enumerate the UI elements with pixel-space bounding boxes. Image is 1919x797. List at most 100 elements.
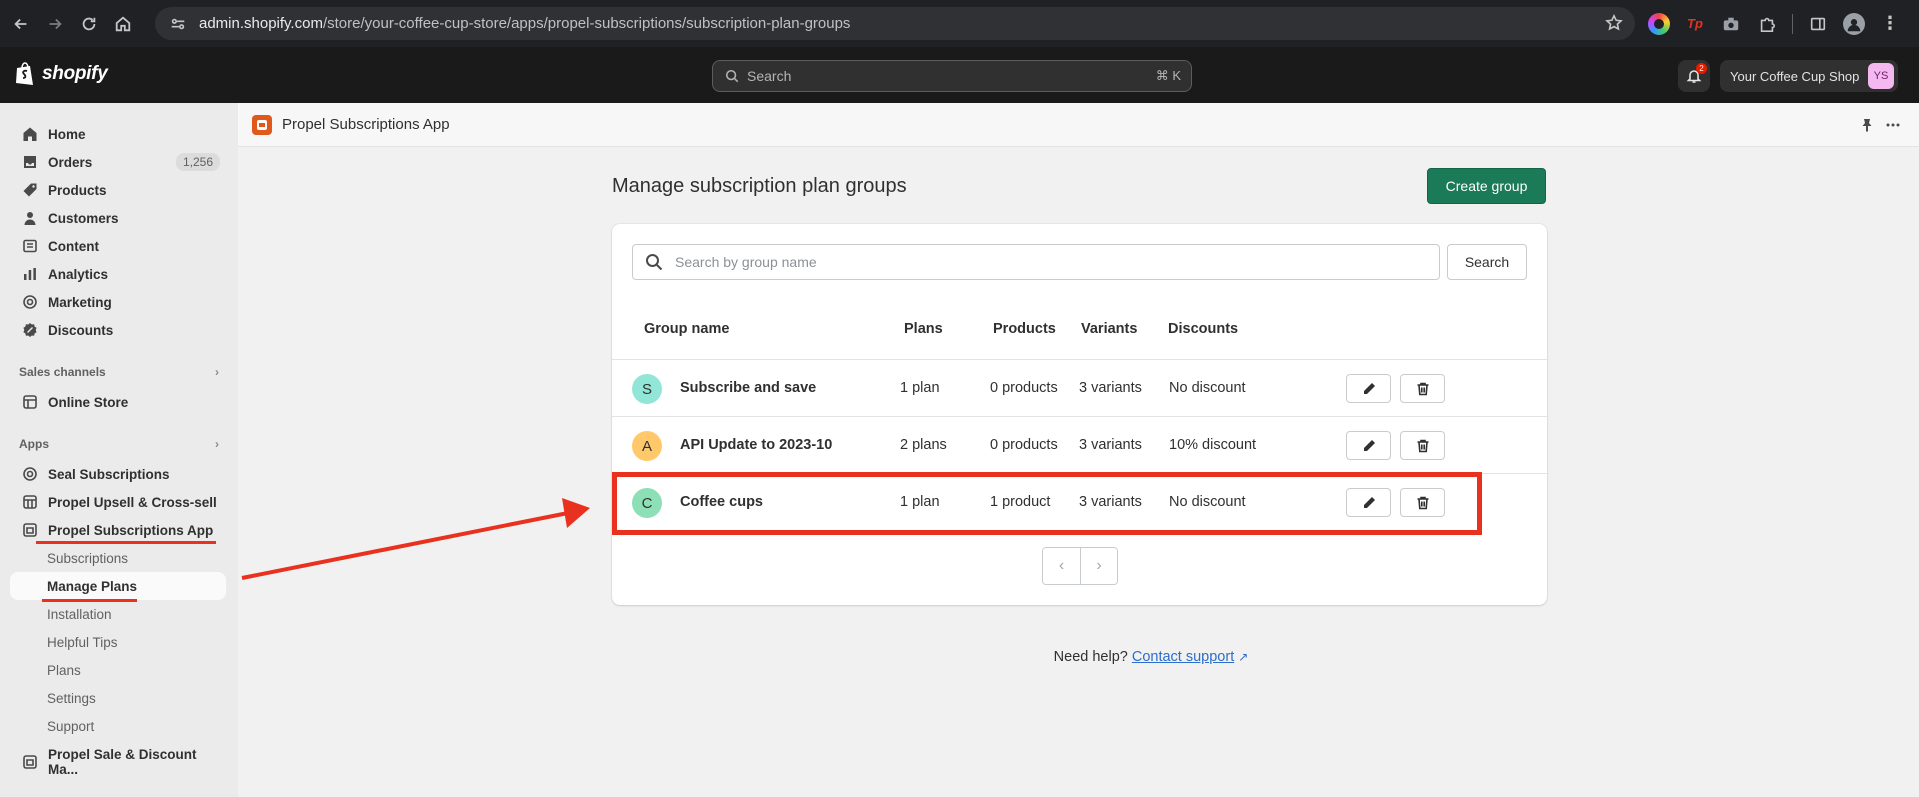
sidebar-item-propel-subscriptions[interactable]: Propel Subscriptions App — [10, 516, 226, 544]
browser-toolbar: admin.shopify.com/store/your-coffee-cup-… — [0, 0, 1919, 47]
sidebar-item-analytics[interactable]: Analytics — [10, 260, 226, 288]
profile-icon[interactable] — [1843, 12, 1865, 35]
global-search-input[interactable]: Search ⌘ K — [712, 60, 1192, 92]
sidebar-item-home[interactable]: Home — [10, 120, 226, 148]
sidebar-item-online-store[interactable]: Online Store — [10, 388, 226, 416]
search-icon — [646, 254, 663, 271]
more-options-icon[interactable] — [1885, 117, 1901, 133]
discount-cell: 10% discount — [1169, 437, 1257, 453]
contact-support-label: Contact support — [1131, 649, 1235, 665]
pencil-icon — [1363, 382, 1375, 394]
table-row[interactable]: S Subscribe and save 1 plan 0 products 3… — [612, 359, 1547, 416]
sidebar-subitem-helpful-tips[interactable]: Helpful Tips — [10, 628, 226, 656]
create-group-button[interactable]: Create group — [1427, 168, 1546, 204]
tp-extension-icon[interactable]: Tp — [1684, 13, 1706, 35]
browser-menu-icon[interactable]: ⋮ — [1879, 13, 1901, 35]
sidebar-subitem-label: Plans — [47, 662, 81, 678]
sidebar-item-label: Propel Subscriptions App — [48, 522, 214, 538]
sales-channels-heading[interactable]: Sales channels › — [19, 365, 219, 379]
back-icon[interactable] — [4, 7, 38, 41]
chevron-right-icon: › — [215, 365, 219, 379]
contact-support-link[interactable]: Contact support — [1132, 649, 1234, 665]
pagination: ‹ › — [1042, 547, 1118, 585]
sidebar-item-label: Content — [48, 238, 99, 254]
sidebar-item-customers[interactable]: Customers — [10, 204, 226, 232]
edit-button[interactable] — [1346, 374, 1391, 403]
person-icon — [24, 212, 36, 225]
sidebar-item-orders[interactable]: Orders 1,256 — [10, 148, 226, 176]
trash-icon — [1417, 439, 1428, 452]
group-avatar: A — [632, 431, 662, 461]
chevron-right-icon: › — [1096, 557, 1102, 574]
pin-icon[interactable] — [1859, 117, 1875, 133]
shopify-topbar: shopify Search ⌘ K 2 Your Coffee Cup Sho… — [0, 47, 1919, 103]
app-icon — [23, 755, 37, 769]
camera-extension-icon[interactable] — [1720, 13, 1742, 35]
edit-button[interactable] — [1346, 431, 1391, 460]
column-header-discounts: Discounts — [1168, 321, 1239, 337]
sidebar-item-label: Customers — [48, 210, 119, 226]
notifications-button[interactable]: 2 — [1678, 60, 1710, 92]
sidebar-subitem-subscriptions[interactable]: Subscriptions — [10, 544, 226, 572]
next-page-button[interactable]: › — [1079, 548, 1117, 584]
sidebar-item-marketing[interactable]: Marketing — [10, 288, 226, 316]
group-search-input[interactable] — [675, 254, 1415, 270]
app-icon — [23, 467, 37, 481]
search-placeholder: Search — [747, 68, 792, 84]
shopify-logo[interactable]: shopify — [14, 61, 108, 87]
group-search-field[interactable] — [632, 244, 1440, 280]
apps-heading[interactable]: Apps › — [19, 437, 219, 451]
pencil-icon — [1363, 439, 1375, 451]
search-shortcut: ⌘ K — [1155, 68, 1181, 83]
previous-page-button[interactable]: ‹ — [1043, 548, 1080, 584]
content-icon — [23, 239, 37, 253]
app-icon — [23, 495, 37, 509]
store-menu-button[interactable]: Your Coffee Cup Shop YS — [1720, 60, 1898, 92]
side-panel-icon[interactable] — [1807, 13, 1829, 35]
tag-icon — [23, 183, 37, 197]
address-bar[interactable]: admin.shopify.com/store/your-coffee-cup-… — [155, 7, 1635, 40]
search-button[interactable]: Search — [1447, 244, 1527, 280]
delete-button[interactable] — [1400, 374, 1445, 403]
sales-channels-label: Sales channels — [19, 365, 106, 379]
target-icon — [23, 295, 37, 309]
group-name: API Update to 2023-10 — [680, 437, 833, 453]
sidebar-item-seal-subscriptions[interactable]: Seal Subscriptions — [10, 460, 226, 488]
sidebar-item-content[interactable]: Content — [10, 232, 226, 260]
sidebar-subitem-label: Installation — [47, 606, 112, 622]
trash-icon — [1417, 382, 1428, 395]
sidebar-subitem-settings[interactable]: Settings — [10, 684, 226, 712]
column-header-plans: Plans — [904, 321, 943, 337]
color-extension-icon[interactable] — [1648, 12, 1670, 35]
app-icon — [23, 523, 37, 537]
store-avatar: YS — [1868, 63, 1894, 89]
reload-icon[interactable] — [72, 7, 106, 41]
sidebar-subitem-manage-plans[interactable]: Manage Plans — [10, 572, 226, 600]
variants-cell: 3 variants — [1079, 437, 1142, 453]
sidebar-item-discounts[interactable]: Discounts — [10, 316, 226, 344]
puzzle-extension-icon[interactable] — [1756, 13, 1778, 35]
sidebar-item-propel-upsell[interactable]: Propel Upsell & Cross-sell — [10, 488, 226, 516]
plans-cell: 2 plans — [900, 437, 947, 453]
sidebar-subitem-support[interactable]: Support — [10, 712, 226, 740]
sidebar-item-propel-sale[interactable]: Propel Sale & Discount Ma... — [10, 747, 226, 777]
sidebar-subitem-installation[interactable]: Installation — [10, 600, 226, 628]
forward-icon[interactable] — [38, 7, 72, 41]
delete-button[interactable] — [1400, 431, 1445, 460]
app-title: Propel Subscriptions App — [282, 116, 450, 133]
notification-badge: 2 — [1696, 63, 1707, 74]
sidebar-item-label: Propel Upsell & Cross-sell — [48, 494, 217, 510]
bookmark-star-icon[interactable] — [1605, 14, 1623, 32]
table-row[interactable]: A API Update to 2023-10 2 plans 0 produc… — [612, 416, 1547, 473]
site-settings-icon[interactable] — [169, 15, 187, 33]
sidebar-item-label: Seal Subscriptions — [48, 466, 170, 482]
shopify-wordmark: shopify — [42, 63, 108, 84]
home-browser-icon[interactable] — [106, 7, 140, 41]
discount-cell: No discount — [1169, 380, 1246, 396]
column-header-variants: Variants — [1081, 321, 1138, 337]
sidebar-item-products[interactable]: Products — [10, 176, 226, 204]
sidebar-subitem-plans[interactable]: Plans — [10, 656, 226, 684]
plans-cell: 1 plan — [900, 380, 940, 396]
orders-count-badge: 1,256 — [175, 153, 220, 171]
sidebar-item-label: Orders — [48, 154, 93, 170]
